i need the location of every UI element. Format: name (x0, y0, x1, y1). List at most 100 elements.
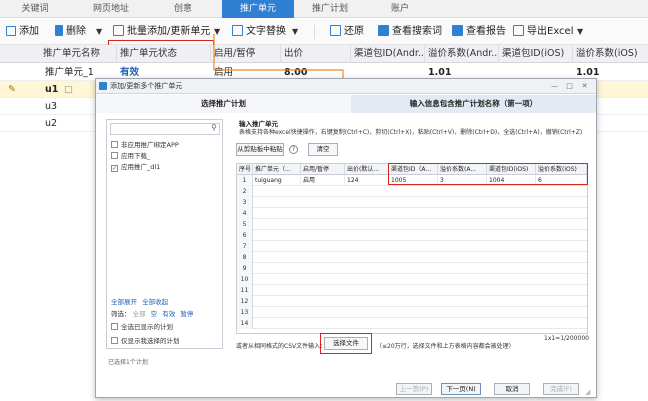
checkbox[interactable] (111, 323, 118, 330)
table-row[interactable]: 14 (237, 318, 587, 329)
row-number: 1 (237, 175, 253, 186)
csv-label: 或者从相同格式的CSV文件输入： (236, 343, 327, 350)
column-header[interactable]: 推广单元名称 (40, 45, 116, 63)
plan-item[interactable]: 应用下载_ (111, 151, 150, 162)
minimize-icon[interactable]: — (548, 81, 561, 91)
table-row[interactable]: 13 (237, 307, 587, 318)
tab-url[interactable]: 网页地址 (78, 0, 144, 18)
row-number: 10 (237, 274, 253, 285)
table-row[interactable]: 6 (237, 230, 587, 241)
column-header[interactable]: 渠道包ID(Andr... (350, 45, 424, 63)
checkbox-checked[interactable]: ✓ (111, 165, 118, 172)
collapse-all-link[interactable]: 全部收起 (142, 298, 168, 306)
restore-button[interactable]: 还原 (330, 23, 364, 41)
checkbox[interactable] (111, 152, 118, 159)
row-number: 2 (237, 186, 253, 197)
table-row[interactable]: 7 (237, 241, 587, 252)
help-icon[interactable]: ? (289, 145, 298, 154)
column-header[interactable]: 推广单元（... (253, 164, 301, 175)
cancel-button[interactable]: 取消 (494, 383, 530, 395)
export-excel-button[interactable]: 导出Excel (513, 23, 574, 41)
chevron-down-icon[interactable]: ▼ (214, 23, 220, 41)
dialog-title: 添加/更新多个推广单元 (110, 82, 183, 90)
table-row[interactable]: 5 (237, 219, 587, 230)
csv-note: （≤20万行，选择文件和上方表格内容都会被处理） (376, 343, 515, 350)
table-row[interactable]: 11 (237, 285, 587, 296)
plan-item[interactable]: 非应用推广绑定APP (111, 140, 179, 151)
filter-all[interactable]: 全部 (133, 310, 146, 318)
tab-ad-unit[interactable]: 推广单元 (222, 0, 294, 18)
app-icon (99, 82, 107, 90)
row-number: 14 (237, 318, 253, 329)
filter-paused[interactable]: 暂停 (180, 310, 193, 318)
table-row[interactable]: 4 (237, 208, 587, 219)
chevron-down-icon[interactable]: ▼ (292, 23, 298, 41)
column-header[interactable]: 渠道包ID(iOS) (498, 45, 572, 63)
bid-cell[interactable]: 124 (345, 175, 389, 186)
tab-keyword[interactable]: 关键词 (0, 0, 70, 18)
clear-button[interactable]: 清空 (308, 143, 338, 156)
tab-creative[interactable]: 创意 (150, 0, 216, 18)
chevron-down-icon[interactable]: ▼ (577, 23, 583, 41)
column-header[interactable]: 出价(默认... (345, 164, 389, 175)
row-number: 9 (237, 263, 253, 274)
table-row[interactable]: 9 (237, 263, 587, 274)
enabled-cell[interactable]: 启用 (301, 175, 345, 186)
batch-edit-icon (113, 25, 124, 36)
select-all-shown[interactable]: 全选已显示的计划 (111, 322, 173, 333)
chevron-down-icon[interactable]: ▼ (96, 23, 102, 41)
add-button[interactable]: 添加 (6, 23, 39, 41)
next-page-button[interactable]: 下一页(N) (441, 383, 481, 395)
delete-button[interactable]: 删除 (55, 23, 86, 41)
unit-name-cell[interactable]: tuiguang (253, 175, 301, 186)
only-selected[interactable]: 仅显示我选择的计划 (111, 336, 180, 347)
table-row[interactable]: 12 (237, 296, 587, 307)
resize-grip-icon[interactable]: ◢ (585, 388, 590, 396)
view-report-button[interactable]: 查看报告 (452, 23, 506, 41)
plan-item[interactable]: ✓ 应用推广_dl1 (111, 162, 160, 173)
column-header[interactable]: 溢价系数(Andr... (424, 45, 498, 63)
maximize-icon[interactable]: □ (563, 81, 576, 91)
plus-icon (6, 26, 16, 36)
row-number: 8 (237, 252, 253, 263)
finish-button[interactable]: 完成(F) (543, 383, 579, 395)
row-number: 13 (237, 307, 253, 318)
wizard-steps: 选择推广计划 输入信息包含推广计划名称（第一项） (96, 95, 596, 113)
checkbox[interactable] (111, 141, 118, 148)
column-header[interactable]: 出价 (280, 45, 350, 63)
table-row[interactable]: 10 (237, 274, 587, 285)
tab-ad-plan[interactable]: 推广计划 (294, 0, 366, 18)
column-header[interactable]: 启用/暂停 (210, 45, 280, 63)
column-header[interactable]: 启用/暂停 (301, 164, 345, 175)
row-number: 4 (237, 208, 253, 219)
row-number: 6 (237, 230, 253, 241)
prev-page-button[interactable]: 上一页(P) (396, 383, 432, 395)
column-header: 序号 (237, 164, 253, 175)
table-row[interactable]: 2 (237, 186, 587, 197)
column-header[interactable]: 推广单元状态 (116, 45, 210, 63)
cell-position: 1x1=1/200000 (544, 335, 589, 342)
highlight-box (388, 163, 588, 185)
step-select-plan: 选择推广计划 (96, 95, 351, 113)
edit-icon[interactable]: ▢ (64, 81, 76, 98)
table-row[interactable]: 3 (237, 197, 587, 208)
paste-from-clipboard-button[interactable]: 从剪贴板中粘贴 (236, 143, 284, 156)
filter-empty[interactable]: 空 (151, 310, 158, 318)
export-icon (513, 25, 524, 36)
step-input-info: 输入信息包含推广计划名称（第一项） (351, 95, 596, 113)
column-header[interactable]: 溢价系数(iOS) (572, 45, 648, 63)
filter-valid[interactable]: 有效 (162, 310, 175, 318)
replace-icon (232, 25, 243, 36)
plan-search-input[interactable]: ⚲ (110, 123, 220, 135)
search-icon: ⚲ (211, 123, 217, 132)
text-replace-button[interactable]: 文字替换 (232, 23, 286, 41)
table-row[interactable]: 8 (237, 252, 587, 263)
pencil-icon: ✎ (8, 84, 16, 95)
tab-account[interactable]: 账户 (370, 0, 430, 18)
close-icon[interactable]: ✕ (578, 81, 591, 91)
expand-all-link[interactable]: 全部展开 (111, 298, 137, 306)
batch-add-update-button[interactable]: 批量添加/更新单元 (113, 23, 210, 41)
checkbox[interactable] (111, 337, 118, 344)
view-search-terms-button[interactable]: 查看搜索词 (378, 23, 442, 41)
row-number: 7 (237, 241, 253, 252)
